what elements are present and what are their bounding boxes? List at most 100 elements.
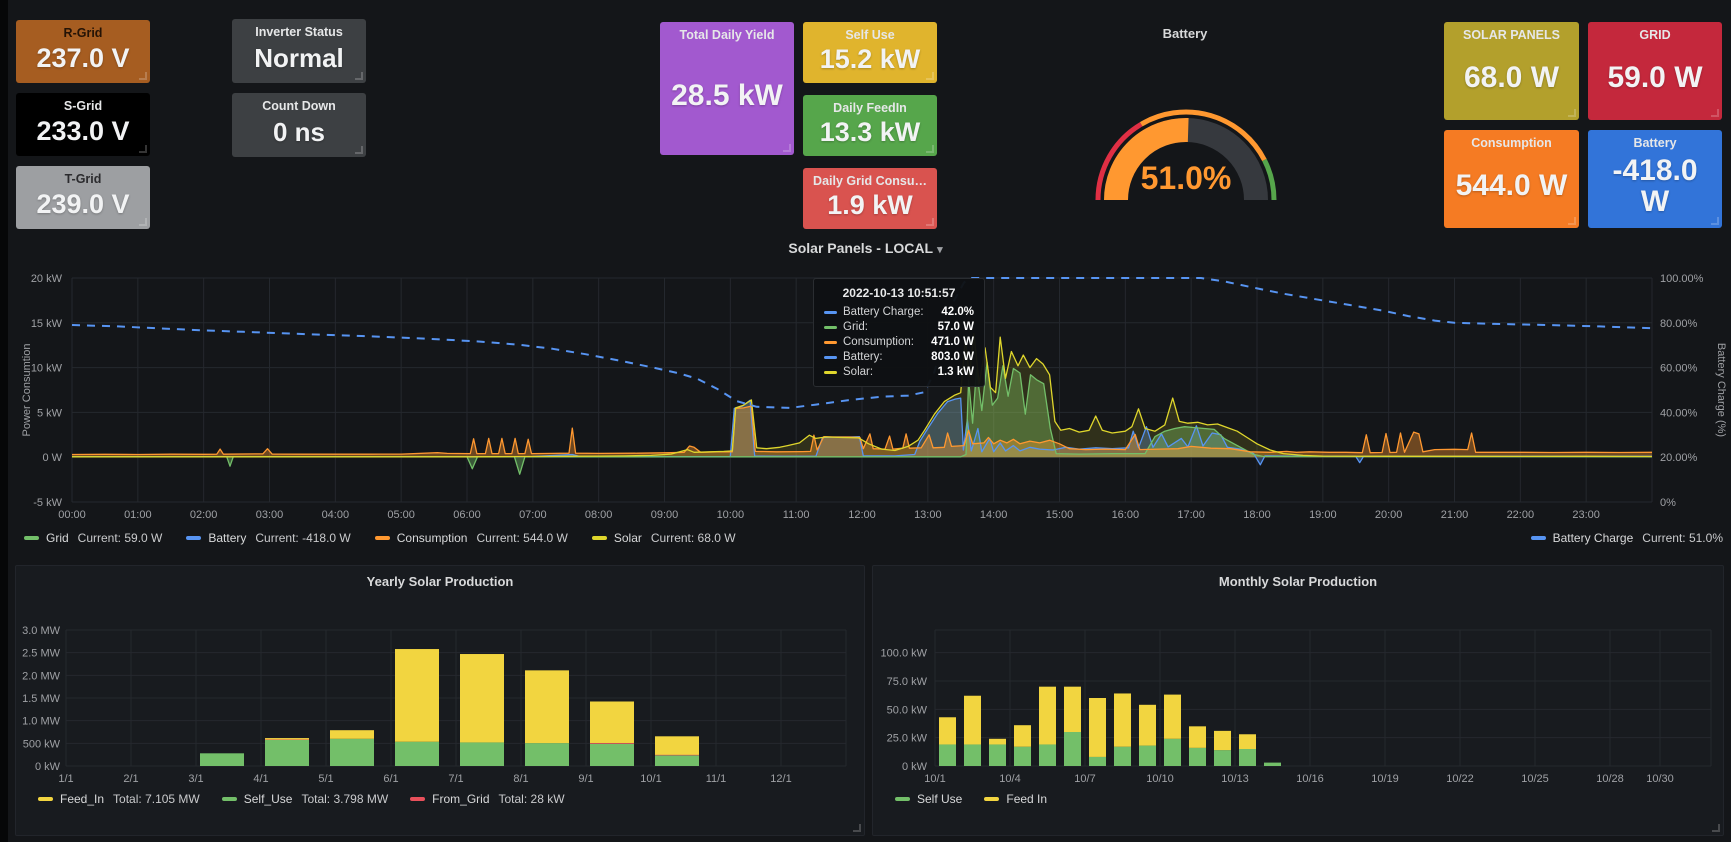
legend-color-dash-icon — [592, 536, 607, 540]
panel-resize-handle[interactable] — [926, 218, 934, 226]
svg-text:21:00: 21:00 — [1441, 509, 1469, 521]
svg-text:10/19: 10/19 — [1371, 773, 1399, 785]
panel-resize-handle[interactable] — [355, 72, 363, 80]
svg-text:Battery Charge (%): Battery Charge (%) — [1715, 343, 1727, 437]
svg-text:2.0 MW: 2.0 MW — [22, 670, 61, 682]
svg-text:1.5 MW: 1.5 MW — [22, 693, 61, 705]
panel-resize-handle[interactable] — [1711, 109, 1719, 117]
legend-item[interactable]: ConsumptionCurrent: 544.0 W — [375, 531, 568, 545]
panel-title: Daily FeedIn — [803, 101, 937, 116]
legend-label: Battery Charge — [1553, 531, 1634, 545]
panel-resize-handle[interactable] — [139, 72, 147, 80]
stat-value: -418.0 W — [1588, 151, 1722, 228]
svg-text:07:00: 07:00 — [519, 509, 547, 521]
series-color-dash-icon — [824, 311, 837, 314]
legend-item[interactable]: Feed In — [984, 792, 1047, 806]
panel-title: S-Grid — [16, 99, 150, 114]
legend-label: Solar — [614, 531, 642, 545]
legend-color-dash-icon — [375, 536, 390, 540]
legend-item[interactable]: From_GridTotal: 28 kW — [410, 792, 564, 806]
tooltip-series-value: 1.3 kW — [938, 366, 974, 378]
legend-item[interactable]: Self_UseTotal: 3.798 MW — [222, 792, 388, 806]
svg-text:10/25: 10/25 — [1521, 773, 1549, 785]
svg-text:1.0 MW: 1.0 MW — [22, 716, 61, 728]
panel-inverter-status: Inverter Status Normal — [232, 19, 366, 83]
svg-text:10/4: 10/4 — [999, 773, 1020, 785]
panel-resize-handle[interactable] — [783, 144, 791, 152]
legend-label: Self_Use — [244, 792, 293, 806]
svg-text:6/1: 6/1 — [383, 773, 398, 785]
series-color-dash-icon — [824, 371, 837, 374]
svg-text:13:00: 13:00 — [914, 509, 942, 521]
panel-resize-handle[interactable] — [355, 146, 363, 154]
tooltip-row: Grid:57.0 W — [824, 321, 974, 333]
legend-item[interactable]: Feed_InTotal: 7.105 MW — [38, 792, 200, 806]
tooltip-series-label: Consumption: — [843, 336, 921, 348]
svg-text:10/28: 10/28 — [1596, 773, 1624, 785]
svg-text:5/1: 5/1 — [318, 773, 333, 785]
panel-resize-handle[interactable] — [853, 824, 861, 832]
panel-title: T-Grid — [16, 172, 150, 187]
svg-text:10/1: 10/1 — [924, 773, 945, 785]
panel-daily-grid-consumption: Daily Grid Consu… 1.9 kW — [803, 168, 937, 229]
panel-resize-handle[interactable] — [926, 145, 934, 153]
svg-text:50.0 kW: 50.0 kW — [887, 704, 928, 716]
svg-text:20.00%: 20.00% — [1660, 452, 1698, 464]
legend-stat: Total: 7.105 MW — [113, 792, 200, 806]
svg-text:08:00: 08:00 — [585, 509, 613, 521]
panel-resize-handle[interactable] — [1712, 824, 1720, 832]
svg-text:25.0 kW: 25.0 kW — [887, 733, 928, 745]
panel-r-grid: R-Grid 237.0 V — [16, 20, 150, 83]
tooltip-series-label: Battery Charge: — [843, 306, 931, 318]
svg-text:15:00: 15:00 — [1046, 509, 1074, 521]
stat-value: 13.3 kW — [803, 116, 937, 156]
svg-text:11:00: 11:00 — [783, 509, 810, 521]
svg-text:0 kW: 0 kW — [35, 761, 61, 773]
legend-label: Feed In — [1006, 792, 1047, 806]
battery-charge-legend: Battery ChargeCurrent: 51.0% — [1531, 531, 1723, 545]
panel-title: R-Grid — [16, 26, 150, 41]
svg-text:10/7: 10/7 — [1074, 773, 1095, 785]
legend-stat: Current: 59.0 W — [78, 531, 163, 545]
legend-color-dash-icon — [24, 536, 39, 540]
svg-text:4/1: 4/1 — [253, 773, 268, 785]
panel-resize-handle[interactable] — [139, 145, 147, 153]
panel-resize-handle[interactable] — [1568, 109, 1576, 117]
stat-value: 0 ns — [232, 114, 366, 157]
svg-text:10/13: 10/13 — [1221, 773, 1249, 785]
tooltip-series-label: Battery: — [843, 351, 921, 363]
panel-s-grid: S-Grid 233.0 V — [16, 93, 150, 156]
legend-stat: Current: 68.0 W — [651, 531, 736, 545]
monthly-chart-legend: Self Use Feed In — [895, 792, 1047, 806]
panel-resize-handle[interactable] — [1711, 217, 1719, 225]
battery-gauge-title: Battery — [1020, 26, 1350, 41]
svg-text:10/30: 10/30 — [1646, 773, 1674, 785]
legend-item[interactable]: GridCurrent: 59.0 W — [24, 531, 162, 545]
panel-title: Count Down — [232, 99, 366, 114]
battery-gauge-value: 51.0% — [1086, 160, 1286, 197]
svg-text:09:00: 09:00 — [651, 509, 679, 521]
legend-item[interactable]: Self Use — [895, 792, 962, 806]
series-color-dash-icon — [824, 341, 837, 344]
panel-resize-handle[interactable] — [139, 218, 147, 226]
legend-item[interactable]: BatteryCurrent: -418.0 W — [186, 531, 350, 545]
svg-text:18:00: 18:00 — [1243, 509, 1271, 521]
svg-text:01:00: 01:00 — [124, 509, 152, 521]
legend-color-dash-icon — [1531, 536, 1546, 540]
legend-item[interactable]: Battery ChargeCurrent: 51.0% — [1531, 531, 1723, 545]
series-color-dash-icon — [824, 326, 837, 329]
legend-stat: Current: -418.0 W — [255, 531, 350, 545]
svg-text:3.0 MW: 3.0 MW — [22, 625, 61, 637]
tooltip-row: Battery Charge:42.0% — [824, 306, 974, 318]
legend-item[interactable]: Solar Current: 68.0 W — [592, 531, 736, 545]
svg-text:75.0 kW: 75.0 kW — [887, 676, 928, 688]
legend-color-dash-icon — [984, 797, 999, 801]
panel-title: Inverter Status — [232, 25, 366, 40]
legend-label: From_Grid — [432, 792, 489, 806]
panel-resize-handle[interactable] — [1568, 217, 1576, 225]
svg-text:500 kW: 500 kW — [23, 738, 61, 750]
panel-resize-handle[interactable] — [926, 72, 934, 80]
svg-text:12:00: 12:00 — [848, 509, 876, 521]
svg-text:7/1: 7/1 — [448, 773, 463, 785]
svg-text:40.00%: 40.00% — [1660, 407, 1698, 419]
